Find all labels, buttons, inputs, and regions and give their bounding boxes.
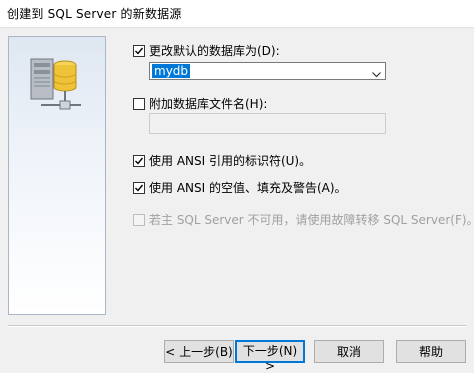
help-button[interactable]: 帮助 <box>396 340 466 363</box>
attach-db-file-option[interactable]: 附加数据库文件名(H): <box>133 95 267 112</box>
ansi-nulls-option[interactable]: 使用 ANSI 的空值、填充及警告(A)。 <box>133 179 347 196</box>
back-button[interactable]: < 上一步(B) <box>164 340 234 363</box>
checkmark-icon <box>135 184 144 192</box>
change-default-db-label: 更改默认的数据库为(D): <box>149 44 280 58</box>
failover-server-option: 若主 SQL Server 不可用，请使用故障转移 SQL Server(F)。 <box>133 211 474 228</box>
window-title-bar: 创建到 SQL Server 的新数据源 <box>0 0 474 28</box>
attach-db-file-label: 附加数据库文件名(H): <box>149 97 268 111</box>
window-title: 创建到 SQL Server 的新数据源 <box>7 7 182 21</box>
ansi-quoted-identifiers-label: 使用 ANSI 引用的标识符(U)。 <box>149 154 312 168</box>
next-button[interactable]: 下一步(N) > <box>235 340 305 373</box>
attach-db-file-checkbox[interactable] <box>133 97 145 110</box>
ansi-quoted-identifiers-option[interactable]: 使用 ANSI 引用的标识符(U)。 <box>133 152 311 169</box>
database-combo-value: mydb <box>152 64 191 78</box>
checkmark-icon <box>135 157 144 165</box>
ansi-nulls-checkbox[interactable] <box>133 181 145 194</box>
failover-server-label: 若主 SQL Server 不可用，请使用故障转移 SQL Server(F)。 <box>149 213 474 227</box>
wizard-side-panel <box>8 36 106 315</box>
change-default-db-checkbox[interactable] <box>133 44 145 57</box>
database-server-icon <box>27 53 87 126</box>
cancel-button[interactable]: 取消 <box>314 340 384 363</box>
attach-file-path-field[interactable] <box>149 113 386 134</box>
change-default-db-option[interactable]: 更改默认的数据库为(D): <box>133 42 280 59</box>
ansi-quoted-identifiers-checkbox[interactable] <box>133 154 145 167</box>
checkmark-icon <box>135 47 144 55</box>
database-combo[interactable]: mydb <box>149 62 386 80</box>
ansi-nulls-label: 使用 ANSI 的空值、填充及警告(A)。 <box>149 181 347 195</box>
failover-server-checkbox <box>133 213 145 226</box>
button-separator <box>8 325 466 327</box>
chevron-down-icon[interactable] <box>372 67 381 81</box>
